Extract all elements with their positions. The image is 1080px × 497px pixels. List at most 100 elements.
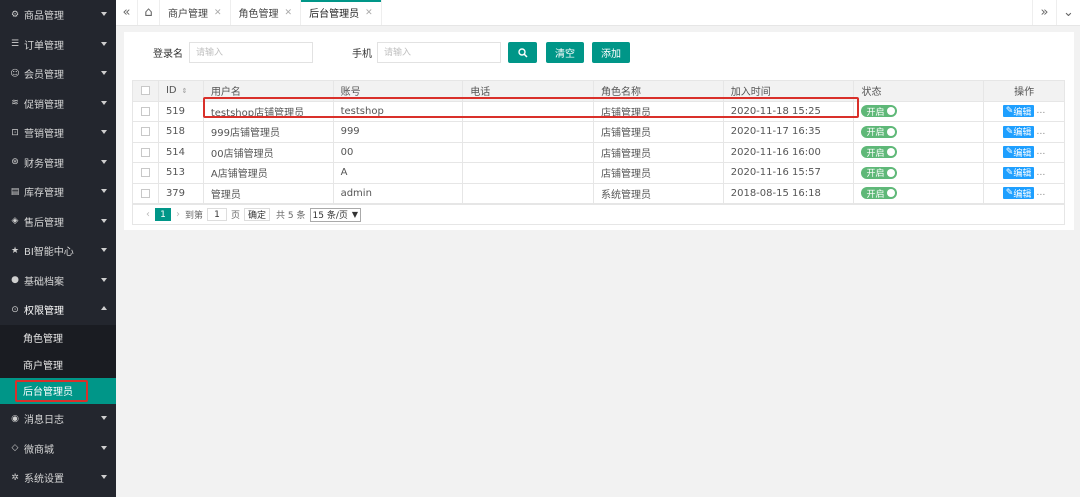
login-name-input[interactable] <box>189 42 313 63</box>
cell-account: 999 <box>334 122 464 142</box>
row-checkbox[interactable] <box>140 127 150 137</box>
edit-button[interactable]: ✎ 编辑 <box>1002 125 1035 139</box>
more-icon[interactable]: … <box>1036 168 1045 178</box>
sidebar-item-settings[interactable]: ✲ 系统设置 <box>0 463 116 493</box>
pagination: ‹ 1 › 到第 1 页 确定 共 5 条 15 条/页 ▼ <box>132 205 1065 225</box>
edit-label: 编辑 <box>1013 189 1032 200</box>
select-all-checkbox[interactable] <box>140 86 150 96</box>
row-checkbox[interactable] <box>140 188 150 198</box>
header-label: 电话 <box>470 87 491 99</box>
add-button[interactable]: 添加 <box>592 42 630 63</box>
sidebar-item-promotion[interactable]: ≋ 促销管理 <box>0 89 116 119</box>
sidebar-item-finance[interactable]: ⊛ 财务管理 <box>0 148 116 178</box>
tab-merchants[interactable]: 商户管理 ✕ <box>160 0 231 25</box>
more-icon[interactable]: … <box>1036 188 1045 198</box>
cell-actions: ✎ 编辑… <box>984 102 1064 122</box>
status-toggle[interactable]: 开启 <box>861 187 898 200</box>
sidebar-subitem-merchants[interactable]: 商户管理 <box>0 351 116 378</box>
sidebar-item-label: 基础档案 <box>24 276 64 288</box>
sidebar-item-orders[interactable]: ☰ 订单管理 <box>0 30 116 60</box>
scroll-left-icon[interactable]: « <box>116 0 138 25</box>
edit-label: 编辑 <box>1013 128 1032 139</box>
page-size-value: 15 条/页 <box>312 211 348 221</box>
chevron-down-icon <box>101 71 107 75</box>
more-icon[interactable]: … <box>1036 106 1045 116</box>
home-icon[interactable]: ⌂ <box>138 0 160 25</box>
phone-input[interactable] <box>377 42 501 63</box>
tab-admins[interactable]: 后台管理员 ✕ <box>301 0 382 25</box>
edit-button[interactable]: ✎ 编辑 <box>1002 166 1035 179</box>
table-row: 513 A店铺管理员 A 店铺管理员 2020-11-16 15:57 开启 ✎… <box>133 163 1064 184</box>
row-checkbox[interactable] <box>140 168 150 178</box>
more-icon[interactable]: … <box>1036 127 1045 137</box>
close-icon[interactable]: ✕ <box>214 8 222 18</box>
sidebar-subitem-roles[interactable]: 角色管理 <box>0 325 116 352</box>
chevron-down-icon[interactable]: ⌄ <box>1056 0 1080 25</box>
cell-id: 519 <box>159 101 204 121</box>
current-page[interactable]: 1 <box>155 208 171 221</box>
goto-page-input[interactable]: 1 <box>207 208 228 221</box>
diamond-icon: ◇ <box>11 443 19 454</box>
gear-icon: ✲ <box>11 472 19 483</box>
close-icon[interactable]: ✕ <box>365 8 373 18</box>
stack-icon: ≋ <box>11 98 19 109</box>
total-count: 共 5 条 <box>276 211 306 221</box>
sidebar-item-label: 商品管理 <box>24 11 64 23</box>
highlight-box <box>15 379 88 402</box>
status-toggle[interactable]: 开启 <box>861 166 898 179</box>
next-page-icon[interactable]: › <box>176 209 180 220</box>
cell-role: 系统管理员 <box>594 183 724 203</box>
cell-username: 管理员 <box>204 183 334 203</box>
sidebar-item-permission[interactable]: ⊙ 权限管理 <box>0 295 116 325</box>
sidebar-item-archive[interactable]: ● 基础档案 <box>0 266 116 296</box>
sidebar-item-messages[interactable]: ◉ 消息日志 <box>0 404 116 434</box>
status-toggle[interactable]: 开启 <box>861 146 898 159</box>
cell-status: 开启 <box>854 122 985 142</box>
goto-suffix: 页 <box>231 211 241 221</box>
sort-icon[interactable]: ⇕ <box>182 87 188 95</box>
edit-button[interactable]: ✎ 编辑 <box>1002 146 1035 159</box>
sidebar-item-members[interactable]: ☺ 会员管理 <box>0 59 116 89</box>
tab-roles[interactable]: 角色管理 ✕ <box>231 0 302 25</box>
header-id[interactable]: ID ⇕ <box>159 81 204 101</box>
sidebar-item-marketing[interactable]: ⊡ 营销管理 <box>0 118 116 148</box>
sidebar-item-label: 促销管理 <box>24 99 64 111</box>
sidebar-item-label: 财务管理 <box>24 158 64 170</box>
sidebar-item-label: BI智能中心 <box>24 247 74 259</box>
sidebar-subitem-admins[interactable]: 后台管理员 <box>0 377 116 404</box>
row-checkbox[interactable] <box>140 147 150 157</box>
edit-label: 编辑 <box>1013 107 1032 118</box>
header-label: 账号 <box>340 87 361 99</box>
row-checkbox[interactable] <box>140 106 150 116</box>
clear-button[interactable]: 清空 <box>546 42 584 63</box>
cell-role: 店铺管理员 <box>594 163 724 183</box>
prev-page-icon[interactable]: ‹ <box>146 209 150 220</box>
cell-join-time: 2020-11-17 16:35 <box>724 122 855 142</box>
status-toggle[interactable]: 开启 <box>861 125 898 138</box>
close-icon[interactable]: ✕ <box>285 8 293 18</box>
sidebar-item-label: 微商城 <box>24 444 54 456</box>
goto-confirm-button[interactable]: 确定 <box>244 208 271 221</box>
search-button[interactable] <box>508 42 537 63</box>
cell-phone <box>463 183 595 203</box>
row-checkbox-cell <box>133 183 159 203</box>
scroll-right-icon[interactable]: » <box>1032 0 1056 25</box>
chevron-down-icon <box>101 277 107 282</box>
sidebar-item-goods[interactable]: ⚙ 商品管理 <box>0 0 116 30</box>
status-toggle[interactable]: 开启 <box>861 105 898 118</box>
edit-button[interactable]: ✎ 编辑 <box>1002 187 1035 200</box>
cell-role: 店铺管理员 <box>594 142 724 162</box>
chevron-down-icon <box>101 248 107 252</box>
more-icon[interactable]: … <box>1036 147 1045 157</box>
page-size-select[interactable]: 15 条/页 ▼ <box>309 207 362 222</box>
sidebar-item-inventory[interactable]: ▤ 库存管理 <box>0 177 116 207</box>
chevron-down-icon <box>101 100 107 105</box>
sidebar-item-microshop[interactable]: ◇ 微商城 <box>0 434 116 464</box>
edit-button[interactable]: ✎ 编辑 <box>1002 105 1035 118</box>
goto-prefix: 到第 <box>185 211 204 221</box>
chevron-down-icon <box>101 41 107 46</box>
sidebar-item-aftersale[interactable]: ◈ 售后管理 <box>0 207 116 237</box>
phone-label: 手机 <box>352 49 372 60</box>
sidebar-item-bi[interactable]: ★ BI智能中心 <box>0 236 116 266</box>
cell-id: 379 <box>159 183 204 203</box>
